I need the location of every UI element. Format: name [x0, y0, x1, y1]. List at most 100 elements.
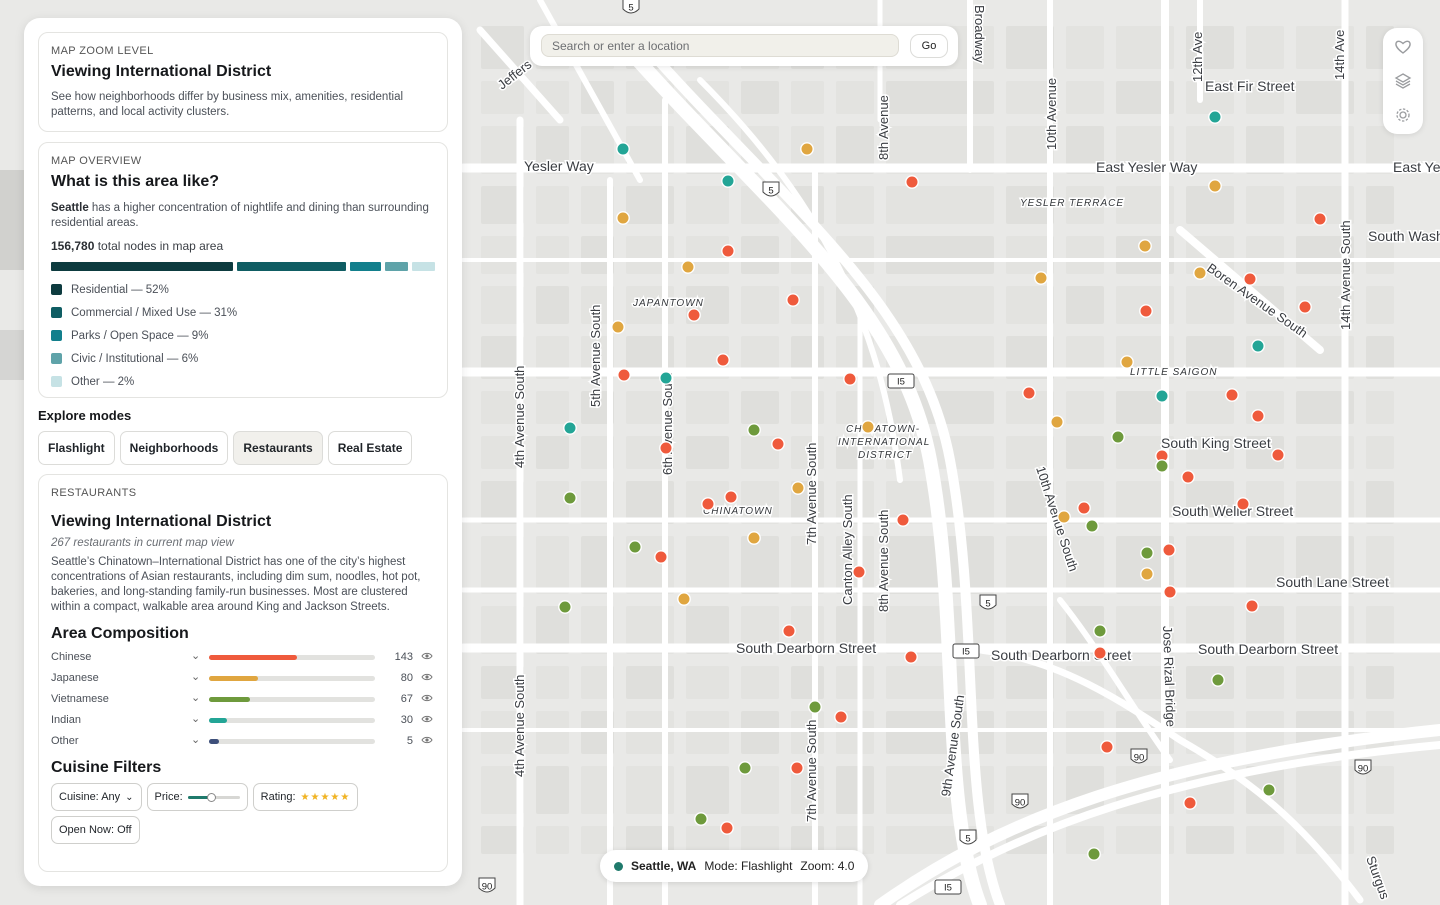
layers-icon[interactable]: [1393, 71, 1413, 91]
cuisine-select[interactable]: Cuisine: Any ⌄: [51, 783, 142, 811]
gear-icon[interactable]: [1393, 105, 1413, 125]
chevron-down-icon[interactable]: ⌄: [191, 712, 200, 725]
restaurant-pin-japanese[interactable]: [681, 260, 695, 274]
chevron-down-icon[interactable]: ⌄: [191, 691, 200, 704]
restaurant-pin-japanese[interactable]: [747, 531, 761, 545]
restaurant-pin-vietnamese[interactable]: [1085, 519, 1099, 533]
restaurant-pin-chinese[interactable]: [852, 565, 866, 579]
mode-tab-flashlight[interactable]: Flashlight: [38, 431, 115, 465]
restaurant-pin-chinese[interactable]: [1022, 386, 1036, 400]
heart-icon[interactable]: [1393, 37, 1413, 57]
restaurant-pin-chinese[interactable]: [1163, 585, 1177, 599]
restaurant-pin-vietnamese[interactable]: [808, 700, 822, 714]
restaurant-pin-chinese[interactable]: [654, 550, 668, 564]
restaurant-pin-chinese[interactable]: [659, 441, 673, 455]
restaurant-pin-indian[interactable]: [1208, 110, 1222, 124]
restaurant-pin-vietnamese[interactable]: [738, 761, 752, 775]
restaurant-pin-chinese[interactable]: [1313, 212, 1327, 226]
restaurant-pin-chinese[interactable]: [904, 650, 918, 664]
restaurant-pin-chinese[interactable]: [790, 761, 804, 775]
restaurant-pin-indian[interactable]: [1251, 339, 1265, 353]
restaurant-pin-japanese[interactable]: [1034, 271, 1048, 285]
restaurant-pin-indian[interactable]: [1155, 389, 1169, 403]
restaurant-pin-chinese[interactable]: [1093, 646, 1107, 660]
restaurant-pin-japanese[interactable]: [800, 142, 814, 156]
restaurant-pin-vietnamese[interactable]: [1140, 546, 1154, 560]
restaurant-pin-vietnamese[interactable]: [1093, 624, 1107, 638]
restaurant-pin-vietnamese[interactable]: [747, 423, 761, 437]
restaurant-pin-japanese[interactable]: [616, 211, 630, 225]
restaurant-pin-chinese[interactable]: [1162, 543, 1176, 557]
search-input[interactable]: [541, 34, 899, 57]
restaurant-pin-chinese[interactable]: [617, 368, 631, 382]
restaurant-pin-chinese[interactable]: [1245, 599, 1259, 613]
restaurant-pin-chinese[interactable]: [771, 437, 785, 451]
restaurant-pin-chinese[interactable]: [724, 490, 738, 504]
restaurant-pin-vietnamese[interactable]: [1087, 847, 1101, 861]
restaurant-pin-japanese[interactable]: [1140, 567, 1154, 581]
restaurant-pin-chinese[interactable]: [1271, 448, 1285, 462]
restaurant-pin-chinese[interactable]: [1077, 501, 1091, 515]
city-block: [536, 826, 569, 854]
restaurant-pin-chinese[interactable]: [1225, 388, 1239, 402]
restaurant-pin-vietnamese[interactable]: [1211, 673, 1225, 687]
restaurant-pin-chinese[interactable]: [782, 624, 796, 638]
mode-tab-real-estate[interactable]: Real Estate: [327, 431, 413, 465]
restaurant-pin-chinese[interactable]: [1181, 470, 1195, 484]
restaurant-pin-japanese[interactable]: [861, 420, 875, 434]
rating-filter[interactable]: Rating: ★★★★★: [252, 783, 359, 811]
chevron-down-icon[interactable]: ⌄: [191, 733, 200, 746]
go-button[interactable]: Go: [910, 34, 948, 58]
open-now-toggle[interactable]: Open Now: Off: [51, 816, 140, 844]
restaurant-pin-indian[interactable]: [721, 174, 735, 188]
eye-icon[interactable]: [421, 734, 433, 746]
restaurant-pin-chinese[interactable]: [1243, 272, 1257, 286]
restaurant-pin-japanese[interactable]: [611, 320, 625, 334]
restaurant-pin-chinese[interactable]: [786, 293, 800, 307]
restaurant-pin-japanese[interactable]: [1193, 266, 1207, 280]
chevron-down-icon[interactable]: ⌄: [191, 649, 200, 662]
restaurant-pin-chinese[interactable]: [1183, 796, 1197, 810]
restaurant-pin-chinese[interactable]: [1139, 304, 1153, 318]
price-slider[interactable]: Price:: [146, 783, 248, 811]
eye-icon[interactable]: [421, 692, 433, 704]
restaurant-pin-chinese[interactable]: [1100, 740, 1114, 754]
eye-icon[interactable]: [421, 671, 433, 683]
restaurant-pin-vietnamese[interactable]: [628, 540, 642, 554]
restaurant-pin-chinese[interactable]: [834, 710, 848, 724]
restaurant-pin-vietnamese[interactable]: [563, 491, 577, 505]
restaurant-pin-japanese[interactable]: [677, 592, 691, 606]
restaurant-pin-chinese[interactable]: [1236, 497, 1250, 511]
restaurant-pin-chinese[interactable]: [843, 372, 857, 386]
restaurant-pin-vietnamese[interactable]: [1111, 430, 1125, 444]
restaurant-pin-chinese[interactable]: [687, 308, 701, 322]
restaurant-pin-chinese[interactable]: [905, 175, 919, 189]
restaurant-pin-chinese[interactable]: [716, 353, 730, 367]
restaurant-pin-chinese[interactable]: [1251, 409, 1265, 423]
restaurant-pin-japanese[interactable]: [1208, 179, 1222, 193]
overview-total: 156,780 total nodes in map area: [51, 239, 435, 254]
restaurant-pin-vietnamese[interactable]: [558, 600, 572, 614]
restaurant-pin-indian[interactable]: [659, 371, 673, 385]
restaurant-pin-vietnamese[interactable]: [694, 812, 708, 826]
restaurant-pin-chinese[interactable]: [896, 513, 910, 527]
restaurant-pin-japanese[interactable]: [1050, 415, 1064, 429]
mode-tab-restaurants[interactable]: Restaurants: [233, 431, 323, 465]
restaurant-pin-chinese[interactable]: [721, 244, 735, 258]
chevron-down-icon[interactable]: ⌄: [191, 670, 200, 683]
restaurant-pin-vietnamese[interactable]: [1155, 459, 1169, 473]
restaurant-pin-japanese[interactable]: [1120, 355, 1134, 369]
eye-icon[interactable]: [421, 713, 433, 725]
restaurant-pin-indian[interactable]: [616, 142, 630, 156]
restaurant-pin-chinese[interactable]: [720, 821, 734, 835]
mode-tab-neighborhoods[interactable]: Neighborhoods: [119, 431, 229, 465]
restaurant-pin-chinese[interactable]: [701, 497, 715, 511]
restaurant-pin-vietnamese[interactable]: [1262, 783, 1276, 797]
price-slider-thumb[interactable]: [206, 792, 216, 802]
restaurant-pin-chinese[interactable]: [1298, 300, 1312, 314]
restaurant-pin-indian[interactable]: [563, 421, 577, 435]
restaurant-pin-japanese[interactable]: [1138, 239, 1152, 253]
restaurant-pin-japanese[interactable]: [791, 481, 805, 495]
eye-icon[interactable]: [421, 650, 433, 662]
restaurant-pin-japanese[interactable]: [1057, 510, 1071, 524]
